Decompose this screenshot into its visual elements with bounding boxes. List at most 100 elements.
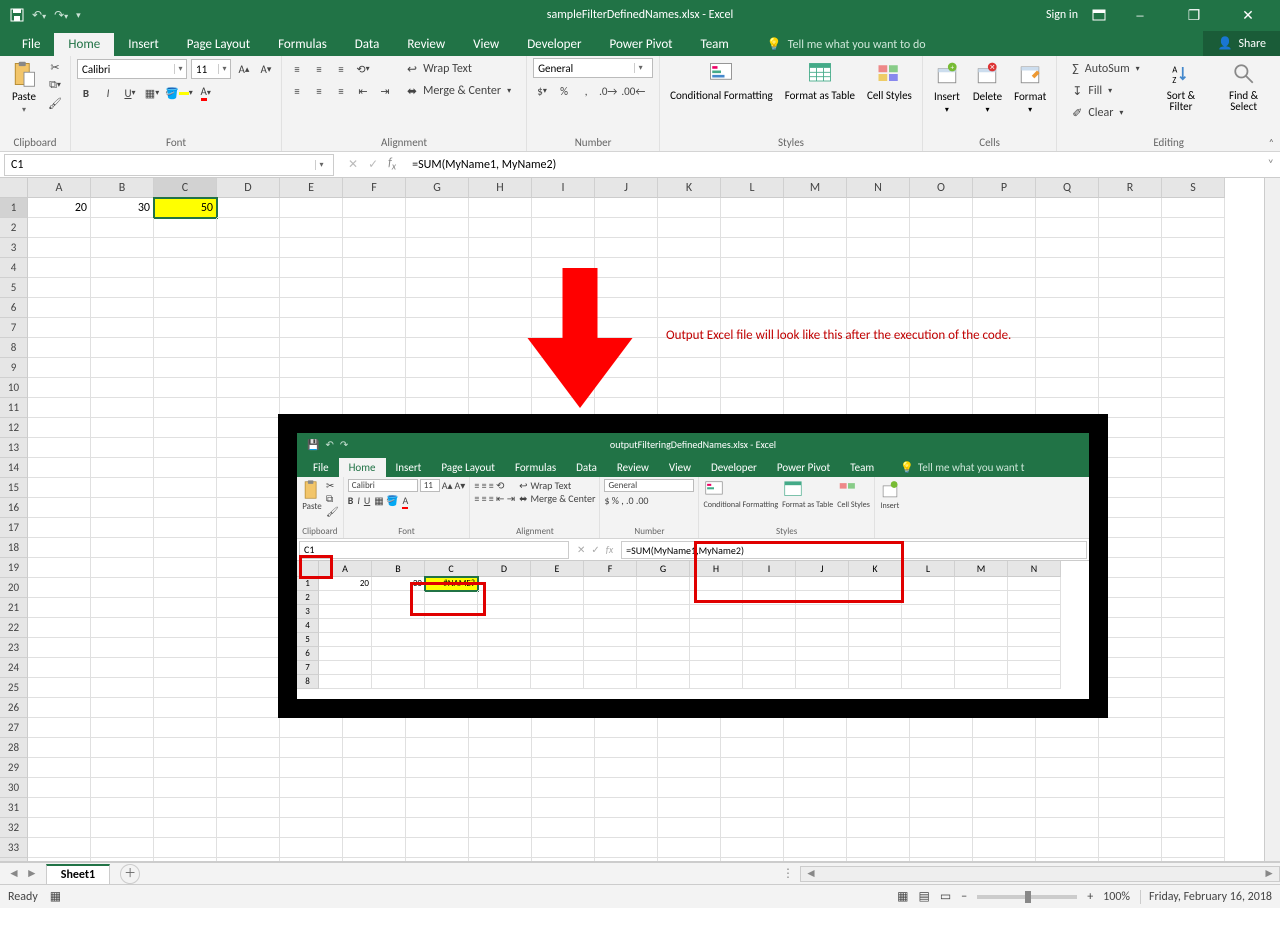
cell[interactable] xyxy=(217,518,280,538)
tab-insert[interactable]: Insert xyxy=(114,33,173,56)
row-header[interactable]: 5 xyxy=(0,278,28,298)
row-header[interactable]: 10 xyxy=(0,378,28,398)
cell[interactable] xyxy=(154,678,217,698)
increase-decimal-icon[interactable]: .0→ xyxy=(599,82,617,100)
sheet-tab-active[interactable]: Sheet1 xyxy=(46,864,110,884)
cell[interactable] xyxy=(28,758,91,778)
cell[interactable] xyxy=(1099,398,1162,418)
cell[interactable] xyxy=(28,458,91,478)
cell[interactable] xyxy=(1162,818,1225,838)
cell[interactable] xyxy=(154,478,217,498)
cell[interactable] xyxy=(973,378,1036,398)
cell[interactable] xyxy=(1099,538,1162,558)
tab-review[interactable]: Review xyxy=(393,33,459,56)
cell[interactable] xyxy=(154,738,217,758)
cell[interactable] xyxy=(343,758,406,778)
cell[interactable] xyxy=(1099,738,1162,758)
zoom-in-icon[interactable]: + xyxy=(1087,890,1093,904)
tab-home[interactable]: Home xyxy=(54,33,114,56)
cell[interactable] xyxy=(1099,258,1162,278)
cell[interactable] xyxy=(1036,718,1099,738)
cell[interactable] xyxy=(343,818,406,838)
align-center-icon[interactable]: ≡ xyxy=(310,82,328,100)
column-header[interactable]: D xyxy=(217,178,280,198)
cell[interactable] xyxy=(91,558,154,578)
cell[interactable] xyxy=(280,758,343,778)
cell[interactable] xyxy=(154,318,217,338)
cell[interactable] xyxy=(721,278,784,298)
cell[interactable] xyxy=(847,218,910,238)
cell[interactable] xyxy=(217,238,280,258)
row-header[interactable]: 19 xyxy=(0,558,28,578)
cell[interactable] xyxy=(1036,778,1099,798)
cell[interactable] xyxy=(1162,418,1225,438)
fill-color-button[interactable]: 🪣▾ xyxy=(165,84,193,102)
cell[interactable] xyxy=(28,558,91,578)
row-header[interactable]: 9 xyxy=(0,358,28,378)
cell[interactable] xyxy=(469,218,532,238)
cell[interactable] xyxy=(784,818,847,838)
cell[interactable] xyxy=(154,458,217,478)
cell[interactable] xyxy=(910,358,973,378)
cell[interactable] xyxy=(1162,798,1225,818)
cell[interactable] xyxy=(658,278,721,298)
cell[interactable] xyxy=(532,198,595,218)
cell[interactable] xyxy=(469,858,532,862)
cell[interactable] xyxy=(91,378,154,398)
enter-formula-icon[interactable]: ✓ xyxy=(368,157,378,172)
cell[interactable] xyxy=(154,418,217,438)
comma-button[interactable]: , xyxy=(577,82,595,100)
row-header[interactable]: 24 xyxy=(0,658,28,678)
cell[interactable] xyxy=(595,818,658,838)
cell[interactable] xyxy=(1162,718,1225,738)
cell[interactable] xyxy=(532,218,595,238)
cell[interactable] xyxy=(217,778,280,798)
cell[interactable] xyxy=(217,198,280,218)
cell[interactable] xyxy=(28,618,91,638)
align-right-icon[interactable]: ≡ xyxy=(332,82,350,100)
cell[interactable]: 20 xyxy=(28,198,91,218)
cell[interactable] xyxy=(973,258,1036,278)
cell[interactable] xyxy=(154,538,217,558)
cell[interactable] xyxy=(784,358,847,378)
cell[interactable] xyxy=(784,278,847,298)
cell[interactable] xyxy=(406,798,469,818)
cell[interactable] xyxy=(154,718,217,738)
cell[interactable] xyxy=(1099,578,1162,598)
cell[interactable] xyxy=(532,738,595,758)
cell[interactable] xyxy=(469,758,532,778)
cell[interactable] xyxy=(1162,258,1225,278)
cell[interactable] xyxy=(406,838,469,858)
cell[interactable] xyxy=(847,378,910,398)
cell[interactable] xyxy=(343,358,406,378)
cell[interactable] xyxy=(910,258,973,278)
cell[interactable] xyxy=(217,698,280,718)
cell[interactable] xyxy=(217,218,280,238)
cell[interactable] xyxy=(1099,498,1162,518)
cell[interactable] xyxy=(973,858,1036,862)
cell[interactable] xyxy=(469,778,532,798)
cell-styles-button[interactable]: Cell Styles xyxy=(863,58,916,103)
cell[interactable] xyxy=(973,778,1036,798)
cell[interactable] xyxy=(280,278,343,298)
cell[interactable] xyxy=(1162,738,1225,758)
row-header[interactable]: 14 xyxy=(0,458,28,478)
cell[interactable] xyxy=(154,238,217,258)
wrap-text-button[interactable]: ↩Wrap Text xyxy=(398,58,520,80)
cell[interactable] xyxy=(721,238,784,258)
cell[interactable] xyxy=(343,218,406,238)
cell[interactable] xyxy=(280,198,343,218)
cell[interactable] xyxy=(784,718,847,738)
cell[interactable] xyxy=(847,798,910,818)
row-header[interactable]: 13 xyxy=(0,438,28,458)
cell[interactable] xyxy=(658,198,721,218)
italic-button[interactable]: I xyxy=(99,84,117,102)
cell[interactable] xyxy=(154,218,217,238)
cell[interactable] xyxy=(910,858,973,862)
cell[interactable] xyxy=(1162,398,1225,418)
cell[interactable] xyxy=(910,718,973,738)
cell[interactable] xyxy=(1036,758,1099,778)
cell[interactable] xyxy=(217,278,280,298)
row-header[interactable]: 11 xyxy=(0,398,28,418)
cell[interactable] xyxy=(1099,598,1162,618)
